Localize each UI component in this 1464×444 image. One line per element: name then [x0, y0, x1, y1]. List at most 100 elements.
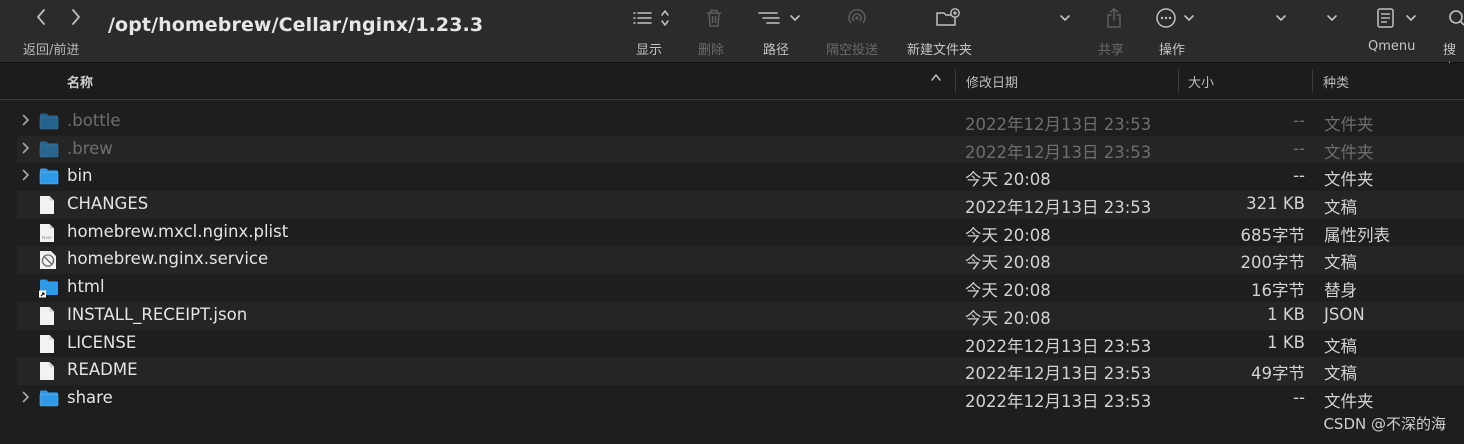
file-name: bin — [67, 166, 93, 186]
plist-icon: PLIST — [39, 223, 59, 243]
file-row[interactable]: INSTALL_RECEIPT.json 今天 20:08 1 KB JSON — [17, 301, 1464, 330]
file-modified-date: 2022年12月13日 23:53 — [965, 115, 1152, 134]
qmenu-button[interactable] — [1375, 7, 1419, 29]
column-separator[interactable] — [1178, 69, 1179, 93]
file-modified-date: 今天 20:08 — [965, 170, 1051, 190]
file-name: homebrew.mxcl.nginx.plist — [67, 221, 289, 241]
file-modified-date: 2022年12月13日 23:53 — [965, 364, 1152, 384]
new-folder-label: 新建文件夹 — [907, 43, 973, 58]
file-row[interactable]: .brew 2022年12月13日 23:53 -- 文件夹 — [17, 135, 1464, 164]
document-icon — [39, 306, 59, 326]
list-view-icon — [633, 10, 669, 26]
file-modified-date: 2022年12月13日 23:53 — [965, 336, 1152, 356]
file-kind: 文件夹 — [1324, 142, 1374, 162]
disclosure-chevron-icon[interactable] — [21, 140, 31, 160]
file-name: LICENSE — [67, 332, 137, 352]
file-kind: 替身 — [1324, 281, 1357, 301]
column-header-size[interactable]: 大小 — [1188, 72, 1214, 91]
toolbar-overflow-dropdown-2[interactable] — [1274, 7, 1288, 29]
toolbar-overflow-dropdown-1[interactable] — [1058, 7, 1072, 29]
file-list: .bottle 2022年12月13日 23:53 -- 文件夹 .brew 2022年1… — [17, 108, 1464, 413]
column-header-modified[interactable]: 修改日期 — [966, 72, 1018, 91]
chevron-down-icon — [1276, 15, 1286, 21]
column-header-kind[interactable]: 种类 — [1323, 72, 1349, 91]
new-folder-icon — [936, 8, 960, 26]
path-menu-icon — [758, 12, 800, 24]
back-button[interactable] — [31, 8, 51, 31]
action-label: 操作 — [1159, 43, 1186, 58]
disclosure-chevron-icon[interactable] — [21, 112, 31, 132]
file-row[interactable]: bin 今天 20:08 -- 文件夹 — [17, 163, 1464, 191]
svg-text:PLIST: PLIST — [42, 236, 53, 240]
action-button[interactable] — [1155, 7, 1199, 29]
watermark: CSDN @不深的海 — [1323, 415, 1446, 433]
path-button[interactable] — [757, 7, 803, 29]
file-name: html — [67, 277, 105, 297]
document-icon — [39, 361, 59, 381]
search-button[interactable] — [1448, 7, 1464, 29]
airdrop-label: 隔空投送 — [826, 43, 879, 58]
chevron-down-icon — [1327, 15, 1337, 21]
column-separator[interactable] — [955, 69, 956, 93]
file-size: 49字节 — [1251, 364, 1305, 384]
airdrop-button[interactable] — [846, 7, 868, 29]
forward-button[interactable] — [66, 8, 86, 31]
file-size: 1 KB — [1267, 332, 1305, 352]
file-row[interactable]: LICENSE 2022年12月13日 23:53 1 KB 文稿 — [17, 330, 1464, 358]
file-name: homebrew.nginx.service — [67, 249, 269, 269]
path-title: /opt/homebrew/Cellar/nginx/1.23.3 — [108, 14, 484, 36]
file-modified-date: 2022年12月13日 23:53 — [965, 198, 1152, 218]
chevron-right-icon — [72, 9, 80, 25]
new-folder-button[interactable] — [935, 7, 961, 29]
file-row[interactable]: README 2022年12月13日 23:53 49字节 文稿 — [17, 357, 1464, 385]
folder-icon — [39, 389, 59, 409]
file-kind: 文稿 — [1324, 198, 1357, 218]
toolbar-overflow-dropdown-3[interactable] — [1325, 7, 1339, 29]
disclosure-chevron-icon[interactable] — [21, 167, 31, 187]
airdrop-icon — [848, 8, 866, 24]
file-name: README — [67, 360, 138, 380]
chevron-left-icon — [37, 9, 45, 25]
file-kind: 文稿 — [1324, 253, 1357, 273]
file-size: -- — [1293, 138, 1305, 158]
folder-icon — [39, 112, 59, 132]
file-size: 16字节 — [1251, 281, 1305, 301]
file-row[interactable]: CHANGES 2022年12月13日 23:53 321 KB 文稿 — [17, 191, 1464, 219]
view-button[interactable] — [632, 7, 672, 29]
folder-icon — [39, 167, 59, 187]
file-size: -- — [1293, 111, 1305, 130]
file-kind: 文件夹 — [1324, 115, 1374, 134]
file-modified-date: 今天 20:08 — [965, 253, 1051, 273]
file-modified-date: 今天 20:08 — [965, 281, 1051, 301]
share-button[interactable] — [1104, 7, 1124, 29]
column-header: 名称 修改日期 大小 种类 — [0, 63, 1464, 100]
delete-label: 删除 — [698, 43, 725, 58]
file-name: CHANGES — [67, 194, 149, 214]
share-icon — [1107, 8, 1121, 28]
file-row[interactable]: html 今天 20:08 16字节 替身 — [17, 274, 1464, 302]
file-row[interactable]: share 2022年12月13日 23:53 -- 文件夹 — [17, 385, 1464, 413]
column-header-name[interactable]: 名称 — [67, 72, 93, 91]
back-forward-label: 返回/前进 — [23, 43, 80, 58]
delete-button[interactable] — [705, 7, 723, 29]
file-size: 200字节 — [1240, 253, 1306, 273]
file-name: .bottle — [67, 111, 121, 130]
file-kind: JSON — [1324, 304, 1365, 324]
qmenu-label: Qmenu — [1368, 39, 1416, 54]
column-separator[interactable] — [1312, 69, 1313, 93]
sort-ascending-icon — [930, 70, 942, 90]
blocked-file-icon — [39, 250, 59, 270]
file-modified-date: 2022年12月13日 23:53 — [965, 142, 1152, 162]
search-icon — [1449, 10, 1464, 26]
file-name: INSTALL_RECEIPT.json — [67, 304, 248, 324]
file-row[interactable]: homebrew.nginx.service 今天 20:08 200字节 文稿 — [17, 246, 1464, 275]
file-name: .brew — [67, 138, 113, 158]
file-kind: 文件夹 — [1324, 391, 1374, 411]
file-size: -- — [1293, 166, 1305, 186]
chevron-down-icon — [1060, 15, 1070, 21]
disclosure-chevron-icon[interactable] — [21, 389, 31, 409]
file-row[interactable]: PLIST homebrew.mxcl.nginx.plist 今天 20:08 68… — [17, 219, 1464, 247]
more-actions-icon — [1156, 8, 1194, 28]
file-row[interactable]: .bottle 2022年12月13日 23:53 -- 文件夹 — [17, 108, 1464, 136]
view-label: 显示 — [636, 43, 663, 58]
